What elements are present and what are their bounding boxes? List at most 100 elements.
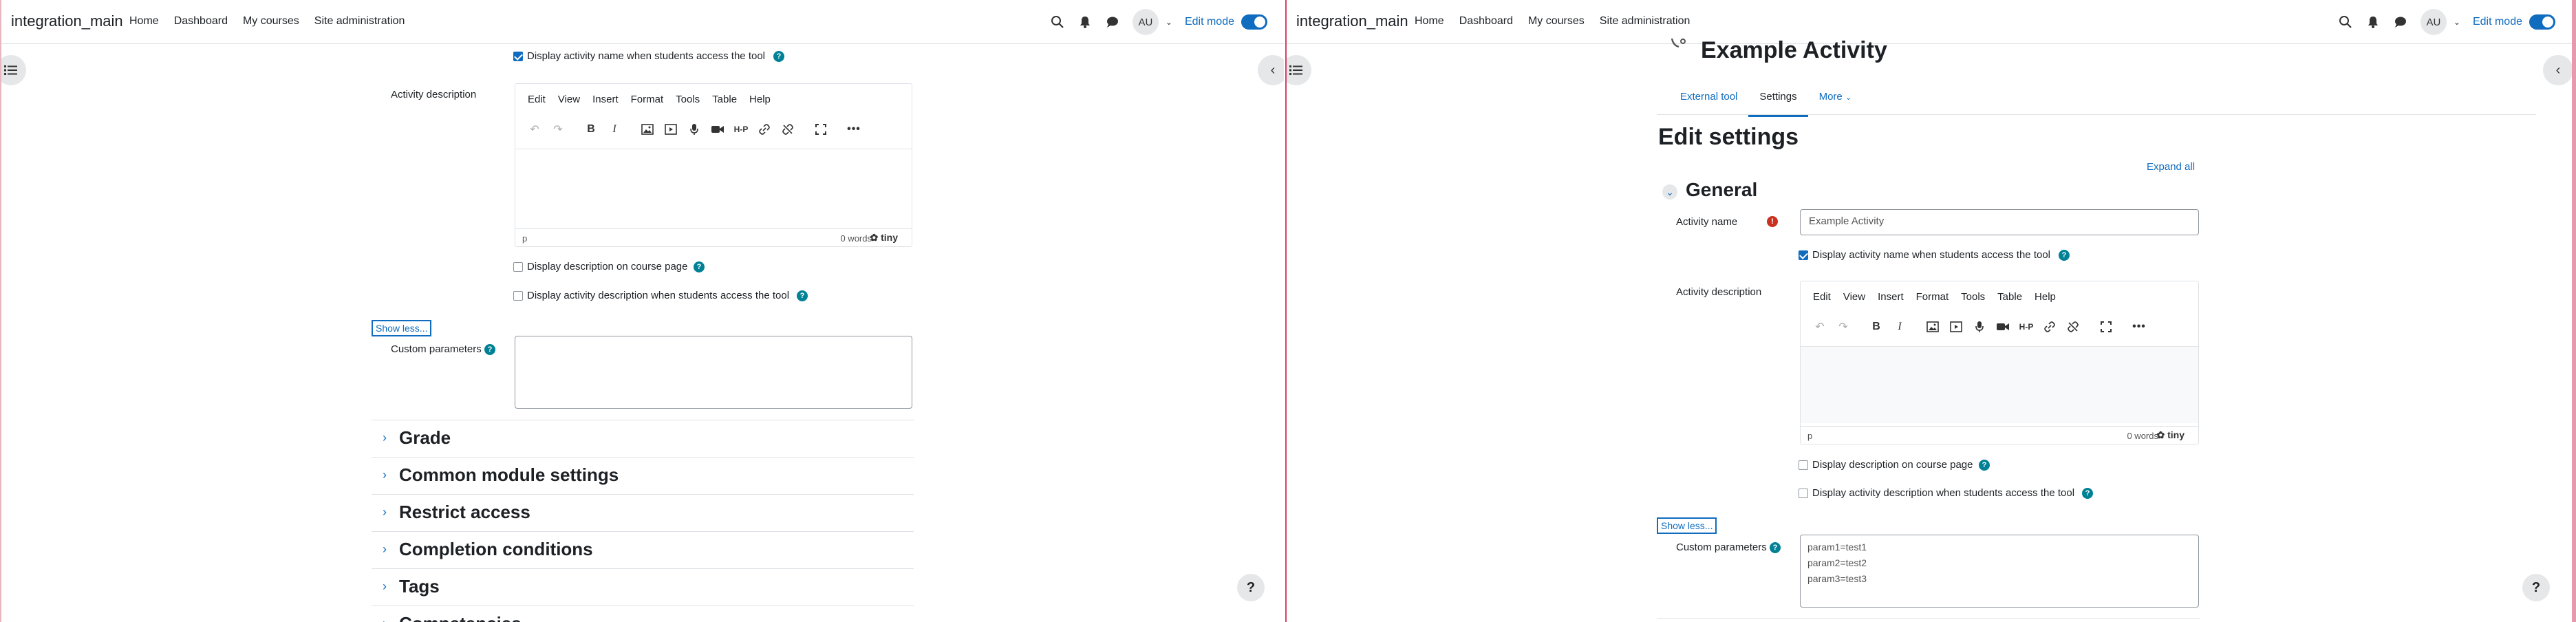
edit-mode-toggle[interactable] — [2529, 14, 2555, 30]
section-common-module-settings[interactable]: › Common module settings — [372, 457, 914, 494]
user-avatar[interactable]: AU — [2420, 9, 2447, 35]
display-on-course-page-checkbox[interactable] — [1799, 460, 1808, 470]
chevron-down-icon[interactable]: ⌄ — [1662, 184, 1677, 200]
search-icon[interactable] — [1050, 14, 1065, 30]
help-question-button[interactable]: ? — [1237, 574, 1265, 601]
display-name-checkbox[interactable] — [513, 52, 523, 61]
display-description-when-access-checkbox[interactable] — [1799, 489, 1808, 498]
nav-site-administration[interactable]: Site administration — [1600, 15, 1690, 28]
redo-icon[interactable]: ↷ — [550, 121, 566, 138]
image-icon[interactable] — [1924, 319, 1941, 335]
link-icon[interactable] — [756, 121, 773, 138]
site-brand[interactable]: integration_main — [1296, 12, 1408, 30]
h5p-icon[interactable]: H-P — [733, 121, 749, 138]
show-less-link[interactable]: Show less... — [372, 320, 432, 336]
help-question-button[interactable]: ? — [2522, 574, 2550, 601]
tab-more[interactable]: More ⌄ — [1808, 83, 1863, 117]
messages-chat-icon[interactable] — [1105, 14, 1120, 30]
editor-menu-help[interactable]: Help — [2035, 291, 2056, 303]
editor-menu-table[interactable]: Table — [712, 94, 737, 105]
help-question-icon[interactable]: ? — [773, 51, 784, 62]
nav-home[interactable]: Home — [129, 15, 159, 28]
media-icon[interactable] — [1948, 319, 1964, 335]
section-competencies[interactable]: › Competencies — [372, 605, 914, 622]
nav-site-administration[interactable]: Site administration — [314, 15, 405, 28]
more-options-icon[interactable]: ••• — [2131, 319, 2147, 335]
record-audio-icon[interactable] — [1971, 319, 1988, 335]
custom-parameters-textarea[interactable] — [515, 336, 912, 409]
editor-menu-view[interactable]: View — [1843, 291, 1865, 303]
notifications-bell-icon[interactable] — [1077, 14, 1093, 30]
section-restrict-access[interactable]: › Restrict access — [372, 494, 914, 531]
help-question-icon[interactable]: ? — [1770, 542, 1781, 553]
editor-content-area[interactable] — [515, 149, 912, 226]
editor-content-area[interactable] — [1801, 346, 2198, 423]
editor-word-count[interactable]: 0 words — [840, 233, 872, 244]
editor-menu-insert[interactable]: Insert — [1878, 291, 1904, 303]
help-question-icon[interactable]: ? — [2059, 250, 2070, 261]
nav-home[interactable]: Home — [1415, 15, 1444, 28]
nav-my-courses[interactable]: My courses — [1528, 15, 1585, 28]
redo-icon[interactable]: ↷ — [1835, 319, 1852, 335]
editor-menu-edit[interactable]: Edit — [528, 94, 546, 105]
editor-menu-help[interactable]: Help — [749, 94, 771, 105]
editor-menu-tools[interactable]: Tools — [676, 94, 700, 105]
user-avatar[interactable]: AU — [1132, 9, 1159, 35]
search-icon[interactable] — [2338, 14, 2353, 30]
link-icon[interactable] — [2041, 319, 2058, 335]
italic-icon[interactable]: I — [1891, 319, 1908, 335]
nav-dashboard[interactable]: Dashboard — [1459, 15, 1513, 28]
expand-all-link[interactable]: Expand all — [2147, 161, 2195, 173]
edit-mode-toggle[interactable] — [1241, 14, 1267, 30]
editor-menu-tools[interactable]: Tools — [1961, 291, 1985, 303]
editor-menu-format[interactable]: Format — [631, 94, 664, 105]
undo-icon[interactable]: ↶ — [1812, 319, 1828, 335]
site-brand[interactable]: integration_main — [11, 12, 123, 30]
editor-menu-insert[interactable]: Insert — [592, 94, 619, 105]
editor-menu-format[interactable]: Format — [1916, 291, 1949, 303]
fullscreen-icon[interactable] — [2098, 319, 2114, 335]
notifications-bell-icon[interactable] — [2365, 14, 2381, 30]
nav-my-courses[interactable]: My courses — [243, 15, 299, 28]
block-drawer-button[interactable]: ‹ — [1258, 55, 1284, 85]
display-name-checkbox[interactable] — [1799, 250, 1808, 260]
editor-word-count[interactable]: 0 words — [2127, 431, 2158, 441]
help-question-icon[interactable]: ? — [2082, 488, 2093, 499]
unlink-icon[interactable] — [2065, 319, 2081, 335]
section-completion-conditions[interactable]: › Completion conditions — [372, 531, 914, 568]
section-tags[interactable]: › Tags — [372, 568, 914, 605]
show-less-link[interactable]: Show less... — [1657, 517, 1717, 534]
editor-menu-table[interactable]: Table — [1997, 291, 2022, 303]
italic-icon[interactable]: I — [606, 121, 623, 138]
record-audio-icon[interactable] — [686, 121, 702, 138]
user-menu-chevron-down-icon[interactable]: ⌄ — [1166, 17, 1172, 27]
display-on-course-page-checkbox[interactable] — [513, 262, 523, 272]
help-question-icon[interactable]: ? — [1979, 460, 1990, 471]
help-question-icon[interactable]: ? — [694, 261, 705, 272]
more-options-icon[interactable]: ••• — [846, 121, 862, 138]
fullscreen-icon[interactable] — [813, 121, 829, 138]
editor-element-path[interactable]: p — [1807, 431, 1812, 441]
help-question-icon[interactable]: ? — [484, 344, 495, 355]
nav-dashboard[interactable]: Dashboard — [174, 15, 228, 28]
record-video-icon[interactable] — [709, 121, 726, 138]
display-description-when-access-checkbox[interactable] — [513, 291, 523, 301]
editor-menu-edit[interactable]: Edit — [1813, 291, 1831, 303]
help-question-icon[interactable]: ? — [797, 290, 808, 301]
section-grade[interactable]: › Grade — [372, 420, 914, 457]
activity-name-input[interactable]: Example Activity — [1800, 209, 2199, 235]
h5p-icon[interactable]: H-P — [2018, 319, 2035, 335]
course-index-drawer-button[interactable] — [1, 55, 26, 85]
tab-settings[interactable]: Settings — [1748, 83, 1808, 117]
course-index-drawer-button[interactable] — [1287, 55, 1311, 85]
custom-parameters-textarea[interactable]: param1=test1 param2=test2 param3=test3 — [1800, 535, 2199, 608]
bold-icon[interactable]: B — [1868, 319, 1885, 335]
bold-icon[interactable]: B — [583, 121, 599, 138]
media-icon[interactable] — [663, 121, 679, 138]
tab-external-tool[interactable]: External tool — [1669, 83, 1748, 117]
unlink-icon[interactable] — [780, 121, 796, 138]
image-icon[interactable] — [639, 121, 656, 138]
editor-menu-view[interactable]: View — [558, 94, 580, 105]
editor-element-path[interactable]: p — [522, 233, 527, 244]
user-menu-chevron-down-icon[interactable]: ⌄ — [2454, 17, 2460, 27]
